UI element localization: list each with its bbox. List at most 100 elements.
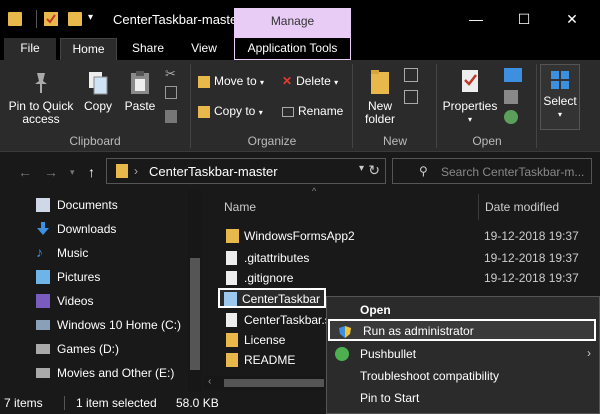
select-all-icon [551, 71, 569, 89]
tab-application-tools[interactable]: Application Tools [234, 38, 351, 60]
documents-icon [36, 198, 50, 212]
column-header-date[interactable]: Date modified [485, 200, 559, 214]
back-arrow-icon[interactable]: ← [18, 164, 32, 180]
new-folder-icon [371, 70, 389, 94]
chevron-right-icon[interactable]: › [134, 164, 138, 178]
nav-pane-scrollbar[interactable] [188, 190, 202, 392]
open-with-icon[interactable] [504, 68, 522, 82]
scrollbar-thumb[interactable] [190, 258, 200, 370]
downloads-icon [36, 222, 50, 236]
copy-to-button[interactable]: Copy to ▾ [198, 104, 263, 118]
title-bar: ▾ CenterTaskbar-master Manage — ☐ ✕ [0, 0, 600, 38]
copy-button[interactable]: Copy [80, 70, 116, 113]
group-separator [352, 64, 353, 148]
move-to-button[interactable]: Move to ▾ [198, 74, 264, 88]
tab-file[interactable]: File [4, 38, 56, 60]
new-item-icon[interactable] [404, 68, 418, 82]
menu-item-label: Troubleshoot compatibility [360, 369, 499, 383]
menu-item-run-as-administrator[interactable]: Run as administrator [328, 319, 596, 341]
copy-path-icon[interactable] [165, 86, 177, 99]
sort-up-icon: ^ [312, 186, 317, 196]
menu-item-label: Open [360, 303, 391, 317]
selection-count: 1 item selected [76, 396, 157, 410]
scroll-left-icon[interactable]: ‹ [208, 376, 211, 387]
rename-icon [282, 106, 294, 117]
rename-label: Rename [298, 104, 344, 118]
menu-item-open[interactable]: Open [327, 299, 599, 321]
tab-share[interactable]: Share [124, 38, 172, 60]
menu-item-pushbullet[interactable]: Pushbullet › [327, 343, 599, 365]
paste-shortcut-icon[interactable] [165, 110, 177, 123]
chevron-down-icon[interactable]: ▾ [359, 163, 364, 174]
delete-button[interactable]: ✕ Delete ▾ [282, 74, 338, 88]
nav-item-label: Pictures [57, 270, 101, 284]
search-icon: ⚲ [419, 164, 428, 178]
edit-icon[interactable] [504, 90, 518, 104]
move-to-icon [198, 75, 210, 88]
menu-item-label: Pin to Start [360, 391, 420, 405]
drive-e-icon [36, 368, 50, 378]
pin-label: Pin to Quick access [8, 99, 74, 126]
table-row-selected[interactable]: CenterTaskbar [218, 288, 326, 308]
folder-icon [116, 164, 128, 178]
move-to-label: Move to [214, 74, 257, 88]
properties-label: Properties [442, 99, 498, 113]
rename-button[interactable]: Rename [282, 104, 343, 118]
file-name: CenterTaskbar [242, 292, 321, 306]
table-row[interactable]: .gitignore 19-12-2018 19:37 [224, 268, 600, 288]
readme-icon [226, 353, 238, 367]
scrollbar-thumb[interactable] [224, 379, 324, 387]
menu-item-pin-to-start[interactable]: Pin to Start [327, 387, 599, 409]
tab-manage[interactable]: Manage [234, 8, 351, 38]
menu-item-label: Run as administrator [363, 324, 474, 338]
column-separator[interactable] [478, 194, 479, 220]
search-input[interactable]: Search CenterTaskbar-m... [441, 165, 586, 179]
forward-arrow-icon[interactable]: → [44, 164, 58, 180]
tab-home[interactable]: Home [60, 38, 117, 60]
menu-item-troubleshoot-compatibility[interactable]: Troubleshoot compatibility [327, 365, 599, 387]
music-icon: ♪ [36, 244, 43, 260]
close-button[interactable]: ✕ [552, 8, 592, 30]
customize-qat-icon[interactable]: ▾ [88, 12, 93, 23]
copy-to-label: Copy to [214, 104, 256, 118]
file-name: CenterTaskbar.s [244, 313, 331, 327]
new-folder-button[interactable]: New folder [358, 68, 402, 126]
search-box[interactable]: ⚲ Search CenterTaskbar-m... [392, 158, 592, 184]
chevron-right-icon: › [587, 346, 591, 360]
history-icon[interactable] [504, 110, 518, 124]
pictures-icon [36, 270, 50, 284]
maximize-button[interactable]: ☐ [504, 8, 544, 30]
paste-icon [131, 71, 149, 94]
file-list-scrollbar[interactable]: ‹ [204, 376, 324, 390]
group-separator [436, 64, 437, 148]
status-separator [64, 396, 65, 410]
copy-label: Copy [83, 99, 112, 113]
new-folder-quick-icon[interactable] [68, 12, 82, 26]
address-bar[interactable]: › CenterTaskbar-master ▾ ↻ [106, 158, 386, 184]
window-title: CenterTaskbar-master [113, 12, 242, 27]
cut-icon[interactable]: ✂ [165, 66, 176, 82]
up-arrow-icon[interactable]: ↑ [88, 164, 95, 180]
column-header-name[interactable]: Name [224, 200, 256, 214]
navigation-pane: Documents Downloads ♪ Music Pictures Vid… [0, 192, 188, 392]
easy-access-icon[interactable] [404, 90, 418, 104]
pin-to-quick-access-button[interactable]: Pin to Quick access [6, 70, 76, 126]
file-name: README [244, 353, 296, 367]
select-button[interactable]: Select ▾ [540, 64, 580, 130]
tab-view[interactable]: View [180, 38, 228, 60]
group-label-open: Open [472, 134, 502, 148]
item-count: 7 items [4, 396, 43, 410]
delete-icon: ✕ [282, 74, 293, 88]
paste-button[interactable]: Paste [120, 70, 160, 113]
file-icon [226, 313, 237, 327]
minimize-button[interactable]: — [456, 8, 496, 30]
address-path[interactable]: CenterTaskbar-master [149, 164, 278, 179]
properties-button[interactable]: Properties ▾ [440, 68, 500, 126]
delete-label: Delete [296, 74, 331, 88]
table-row[interactable]: WindowsFormsApp2 19-12-2018 19:37 [224, 226, 600, 246]
table-row[interactable]: .gitattributes 19-12-2018 19:37 [224, 248, 600, 268]
file-name: .gitignore [244, 271, 294, 285]
properties-check-icon[interactable] [44, 12, 58, 26]
refresh-icon[interactable]: ↻ [368, 162, 380, 179]
recent-locations-icon[interactable]: ▾ [70, 167, 75, 178]
